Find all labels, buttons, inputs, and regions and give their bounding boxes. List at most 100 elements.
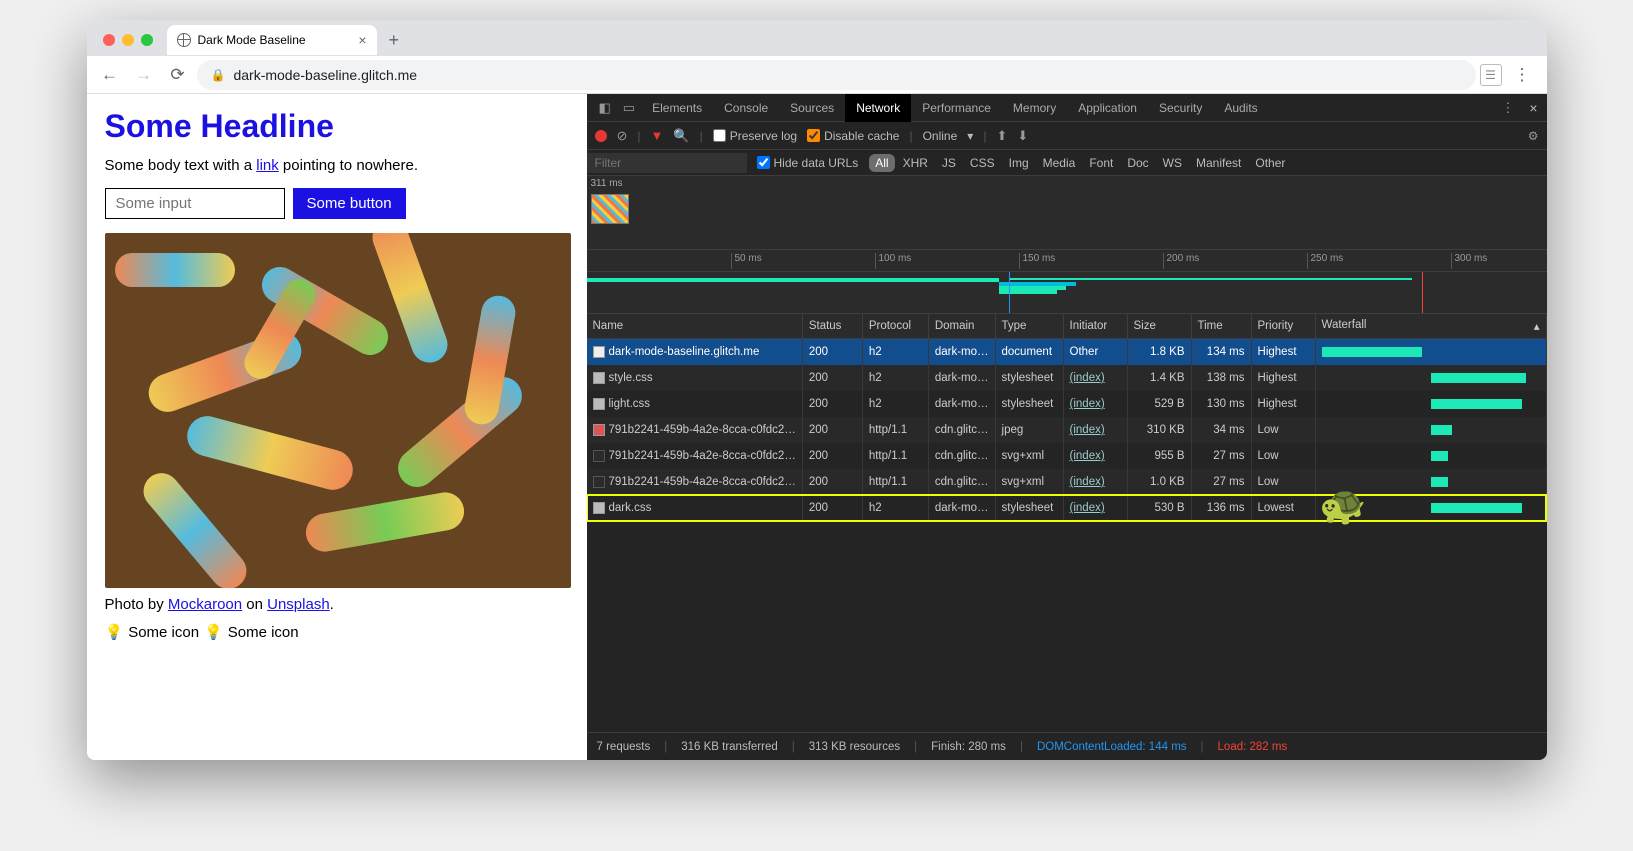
demo-image bbox=[105, 233, 571, 588]
disable-cache-checkbox[interactable]: Disable cache bbox=[807, 129, 899, 143]
browser-chrome: Dark Mode Baseline × + ← → ⟳ 🔒 dark-mode… bbox=[87, 20, 1547, 94]
column-status[interactable]: Status bbox=[802, 314, 862, 339]
devtools-tab-security[interactable]: Security bbox=[1148, 94, 1213, 122]
search-icon[interactable]: 🔍 bbox=[673, 128, 689, 144]
filter-icon[interactable]: ▼ bbox=[651, 128, 664, 143]
record-button[interactable] bbox=[595, 130, 607, 142]
network-toolbar: ⊘ | ▼ 🔍 | Preserve log Disable cache | O… bbox=[587, 122, 1547, 150]
network-row[interactable]: 791b2241-459b-4a2e-8cca-c0fdc2…200http/1… bbox=[587, 469, 1547, 495]
column-waterfall[interactable]: Waterfall ▴ bbox=[1315, 314, 1546, 339]
minimize-window[interactable] bbox=[122, 34, 134, 46]
filter-type-img[interactable]: Img bbox=[1003, 154, 1035, 172]
close-window[interactable] bbox=[103, 34, 115, 46]
back-button[interactable]: ← bbox=[95, 60, 125, 90]
devtools-tab-elements[interactable]: Elements bbox=[641, 94, 713, 122]
sb-load: Load: 282 ms bbox=[1218, 741, 1288, 753]
rendered-page: Some Headline Some body text with a link… bbox=[87, 94, 587, 760]
image-caption: Photo by Mockaroon on Unsplash. bbox=[105, 596, 569, 613]
browser-menu-icon[interactable]: ⋮ bbox=[1506, 65, 1539, 85]
close-tab-icon[interactable]: × bbox=[358, 32, 366, 48]
sb-requests: 7 requests bbox=[597, 741, 651, 753]
filter-type-ws[interactable]: WS bbox=[1157, 154, 1188, 172]
devtools-tab-application[interactable]: Application bbox=[1067, 94, 1148, 122]
filter-type-css[interactable]: CSS bbox=[964, 154, 1001, 172]
upload-icon[interactable]: ⬆ bbox=[996, 128, 1007, 144]
devtools-close-icon[interactable]: × bbox=[1520, 100, 1546, 116]
body-link[interactable]: link bbox=[256, 157, 279, 174]
body-text: Some body text with a link pointing to n… bbox=[105, 157, 569, 174]
filter-type-font[interactable]: Font bbox=[1083, 154, 1119, 172]
forward-button[interactable]: → bbox=[129, 60, 159, 90]
timeline-tick: 250 ms bbox=[1307, 253, 1344, 269]
window-controls bbox=[95, 34, 161, 46]
column-time[interactable]: Time bbox=[1191, 314, 1251, 339]
author-link[interactable]: Mockaroon bbox=[168, 596, 242, 613]
filter-input[interactable] bbox=[587, 153, 747, 173]
sb-finish: Finish: 280 ms bbox=[931, 741, 1006, 753]
timeline-tick: 50 ms bbox=[731, 253, 762, 269]
lock-icon: 🔒 bbox=[211, 68, 226, 82]
devtools-tab-performance[interactable]: Performance bbox=[911, 94, 1002, 122]
bulb-icon: 💡 bbox=[204, 623, 223, 641]
network-row[interactable]: 791b2241-459b-4a2e-8cca-c0fdc2…200http/1… bbox=[587, 443, 1547, 469]
network-row[interactable]: style.css200h2dark-mo…stylesheet(index)1… bbox=[587, 365, 1547, 391]
throttling-select[interactable]: Online ▾ bbox=[923, 129, 974, 143]
timeline-overview[interactable] bbox=[587, 272, 1547, 314]
filter-type-xhr[interactable]: XHR bbox=[897, 154, 934, 172]
devtools-tab-memory[interactable]: Memory bbox=[1002, 94, 1067, 122]
filter-type-other[interactable]: Other bbox=[1249, 154, 1291, 172]
column-priority[interactable]: Priority bbox=[1251, 314, 1315, 339]
overview-pane[interactable]: 311 ms bbox=[587, 176, 1547, 250]
new-tab-button[interactable]: + bbox=[383, 30, 406, 51]
site-link[interactable]: Unsplash bbox=[267, 596, 330, 613]
network-table[interactable]: NameStatusProtocolDomainTypeInitiatorSiz… bbox=[587, 314, 1547, 732]
devtools-tab-console[interactable]: Console bbox=[713, 94, 779, 122]
address-bar[interactable]: 🔒 dark-mode-baseline.glitch.me bbox=[197, 60, 1476, 90]
sb-transferred: 316 KB transferred bbox=[681, 741, 778, 753]
bulb-icon: 💡 bbox=[105, 623, 124, 641]
timeline-tick: 200 ms bbox=[1163, 253, 1200, 269]
icon-row: 💡Some icon 💡Some icon bbox=[105, 623, 569, 641]
network-row[interactable]: dark.css200h2dark-mo…stylesheet(index)53… bbox=[587, 495, 1547, 521]
filter-type-js[interactable]: JS bbox=[936, 154, 962, 172]
page-headline: Some Headline bbox=[105, 108, 569, 145]
settings-icon[interactable]: ⚙ bbox=[1528, 129, 1539, 143]
filter-type-all[interactable]: All bbox=[869, 154, 894, 172]
column-protocol[interactable]: Protocol bbox=[862, 314, 928, 339]
column-type[interactable]: Type bbox=[995, 314, 1063, 339]
download-icon[interactable]: ⬇ bbox=[1017, 128, 1028, 144]
filter-type-manifest[interactable]: Manifest bbox=[1190, 154, 1247, 172]
device-icon[interactable]: ▭ bbox=[617, 100, 641, 116]
column-initiator[interactable]: Initiator bbox=[1063, 314, 1127, 339]
column-domain[interactable]: Domain bbox=[928, 314, 995, 339]
inspect-icon[interactable]: ◧ bbox=[593, 100, 617, 116]
devtools-tab-strip: ◧ ▭ ElementsConsoleSourcesNetworkPerform… bbox=[587, 94, 1547, 122]
demo-input[interactable] bbox=[105, 188, 285, 219]
devtools-panel: ◧ ▭ ElementsConsoleSourcesNetworkPerform… bbox=[587, 94, 1547, 760]
devtools-tab-sources[interactable]: Sources bbox=[779, 94, 845, 122]
filter-type-doc[interactable]: Doc bbox=[1121, 154, 1154, 172]
network-row[interactable]: light.css200h2dark-mo…stylesheet(index)5… bbox=[587, 391, 1547, 417]
demo-button[interactable]: Some button bbox=[293, 188, 406, 219]
screenshot-thumb[interactable] bbox=[591, 194, 629, 224]
status-bar: 7 requests| 316 KB transferred| 313 KB r… bbox=[587, 732, 1547, 760]
globe-icon bbox=[177, 33, 191, 47]
devtools-tab-network[interactable]: Network bbox=[845, 94, 911, 122]
browser-tab[interactable]: Dark Mode Baseline × bbox=[167, 25, 377, 55]
extension-icon[interactable]: ☰ bbox=[1480, 64, 1502, 86]
reload-button[interactable]: ⟳ bbox=[163, 60, 193, 90]
maximize-window[interactable] bbox=[141, 34, 153, 46]
tab-title: Dark Mode Baseline bbox=[198, 33, 306, 47]
hide-data-urls-checkbox[interactable]: Hide data URLs bbox=[747, 156, 869, 170]
clear-icon[interactable]: ⊘ bbox=[617, 128, 628, 144]
column-size[interactable]: Size bbox=[1127, 314, 1191, 339]
filter-type-media[interactable]: Media bbox=[1037, 154, 1082, 172]
column-name[interactable]: Name bbox=[587, 314, 803, 339]
filter-row: Hide data URLs AllXHRJSCSSImgMediaFontDo… bbox=[587, 150, 1547, 176]
devtools-tab-audits[interactable]: Audits bbox=[1213, 94, 1268, 122]
devtools-menu-icon[interactable]: ⋮ bbox=[1495, 100, 1520, 116]
preserve-log-checkbox[interactable]: Preserve log bbox=[713, 129, 797, 143]
url-text: dark-mode-baseline.glitch.me bbox=[233, 67, 417, 83]
network-row[interactable]: 791b2241-459b-4a2e-8cca-c0fdc2…200http/1… bbox=[587, 417, 1547, 443]
network-row[interactable]: dark-mode-baseline.glitch.me200h2dark-mo… bbox=[587, 339, 1547, 366]
